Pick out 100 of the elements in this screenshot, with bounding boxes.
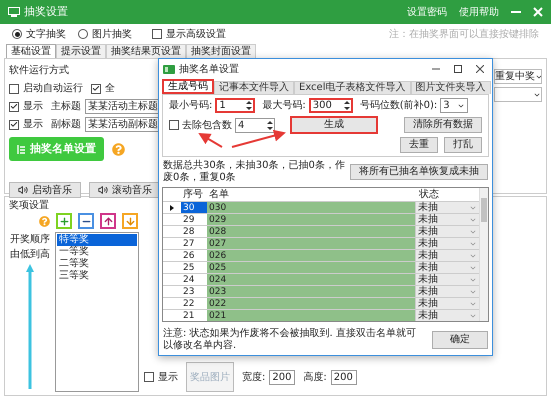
window-icon [8, 7, 20, 17]
status-dropdown[interactable]: 未抽 [415, 250, 479, 261]
arrow [198, 132, 222, 148]
table-cell: 30 [181, 202, 207, 213]
checkbox[interactable] [9, 84, 19, 94]
music-button[interactable]: 滚动音乐 [89, 182, 161, 198]
clear-button[interactable]: 清除所有数据 [404, 117, 482, 133]
spinner-icon[interactable] [266, 120, 274, 130]
checkbox[interactable] [152, 29, 162, 39]
checkbox[interactable] [144, 372, 154, 382]
checkbox[interactable] [9, 120, 19, 130]
tab[interactable]: 生成号码 [162, 79, 214, 94]
table-cell: 022 [207, 298, 415, 309]
status-dropdown[interactable]: 未抽 [415, 298, 479, 309]
up-arrow-icon [102, 216, 114, 226]
close-icon[interactable] [476, 65, 484, 73]
table-cell: 023 [207, 286, 415, 297]
number-field[interactable]: 1 [215, 98, 256, 113]
column-header: 状态 [418, 188, 440, 202]
table-cell-text: 24 [182, 274, 196, 285]
tab[interactable]: 基础设置 [6, 44, 56, 58]
dropdown[interactable]: 3 [440, 98, 468, 113]
field-label: 号码位数(前补0): [360, 98, 438, 113]
status-dropdown[interactable]: 未抽 [415, 238, 479, 249]
field-label: 高度: [303, 370, 327, 384]
add-button[interactable] [56, 213, 72, 229]
text-field[interactable]: 某某活动主标题 [85, 99, 161, 114]
generate-button[interactable]: 生成 [290, 116, 378, 134]
scrollbar[interactable] [479, 188, 488, 321]
action-button[interactable]: 打乱 [444, 137, 482, 153]
table-cell-text: 27 [182, 238, 196, 249]
speaker-icon [98, 185, 108, 195]
checkbox[interactable] [169, 120, 179, 130]
status-dropdown[interactable]: 未抽 [415, 262, 479, 273]
table-cell: 025 [207, 262, 415, 273]
list-item[interactable]: 特等奖 [57, 234, 137, 246]
remove-button[interactable] [78, 213, 94, 229]
field-label: 副标题 [51, 118, 81, 132]
status-dropdown[interactable]: 未抽 [415, 226, 479, 237]
checkbox-label: 去除包含数 [182, 118, 232, 132]
status-dropdown[interactable]: 未抽 [415, 286, 479, 297]
move-down-button[interactable] [122, 213, 138, 229]
hint-text: 注：在抽奖界面可以直接按键排除 [389, 28, 539, 42]
table-cell-text: 23 [182, 286, 196, 297]
maximize-icon[interactable] [454, 65, 462, 73]
order-label: 由低到高 [10, 248, 50, 262]
status-dropdown[interactable]: 未抽 [415, 202, 479, 213]
plus-icon [58, 216, 70, 226]
tab[interactable]: 抽奖结果页设置 [106, 44, 186, 58]
restore-button[interactable]: 将所有已抽名单恢复成未抽 [350, 164, 488, 180]
table-cell: 024 [207, 274, 415, 285]
tab[interactable]: 抽奖封面设置 [186, 44, 256, 58]
radio-button[interactable] [78, 29, 88, 39]
status-dropdown[interactable]: 未抽 [415, 274, 479, 285]
spinner-icon[interactable] [245, 100, 254, 111]
down-arrow-icon [124, 216, 136, 226]
summary-text: 数据总共30条，未抽30条，已抽0条，作废0条，重复0条 [163, 160, 346, 184]
tab[interactable]: 提示设置 [56, 44, 106, 58]
status-dropdown[interactable]: 未抽 [415, 310, 479, 321]
dropdown[interactable]: 重复中奖 [494, 69, 542, 84]
checkbox-label: 全 [105, 82, 115, 96]
text-field[interactable]: 某某活动副标题 [85, 117, 161, 132]
field-label: 软件运行方式 [9, 64, 70, 78]
table-cell: 021 [207, 310, 415, 321]
checkbox[interactable] [91, 84, 101, 94]
spinner-icon[interactable] [342, 100, 351, 111]
current-row-icon [170, 204, 174, 210]
speaker-icon [18, 185, 28, 195]
table-cell: 027 [207, 238, 415, 249]
table-cell-text: 28 [182, 226, 196, 237]
checkbox-label: 启动自动运行 [23, 82, 83, 96]
music-button[interactable]: 启动音乐 [9, 182, 81, 198]
status-dropdown[interactable]: 未抽 [415, 214, 479, 225]
list-item[interactable]: 一等奖 [57, 246, 137, 258]
move-up-button[interactable] [100, 213, 116, 229]
section-title: 奖项设置 [9, 198, 49, 213]
window-title: 抽奖设置 [24, 4, 68, 20]
number-field[interactable]: 300 [308, 98, 353, 113]
tab[interactable]: Excel电子表格文件导入 [294, 81, 410, 94]
field-label: 最小号码: [169, 98, 212, 113]
action-button[interactable]: 去重 [400, 137, 438, 153]
table-cell-text: 26 [182, 250, 196, 261]
width-field[interactable]: 200 [269, 370, 296, 384]
tab[interactable]: 图片文件夹导入 [410, 81, 490, 94]
table-cell-text: 22 [182, 298, 196, 309]
list-icon [17, 144, 26, 154]
list-item[interactable]: 二等奖 [57, 258, 137, 270]
table-cell-text: 21 [182, 310, 196, 321]
checkbox-label: 显示 [23, 118, 43, 132]
table-cell: 030 [207, 202, 415, 213]
height-field[interactable]: 200 [330, 370, 357, 384]
checkbox[interactable] [9, 102, 19, 112]
list-item[interactable]: 三等奖 [57, 270, 137, 282]
footer-note: 注意: 状态如果为作废将不会被抽取到. 直接双击名单就可以修改名单内容. [163, 328, 417, 352]
arrow [232, 130, 286, 148]
tab[interactable]: 记事本文件导入 [214, 81, 294, 94]
ok-button[interactable]: 确定 [432, 331, 488, 349]
radio-button[interactable] [12, 29, 22, 39]
table-cell: 028 [207, 226, 415, 237]
number-field[interactable]: 4 [235, 118, 275, 132]
